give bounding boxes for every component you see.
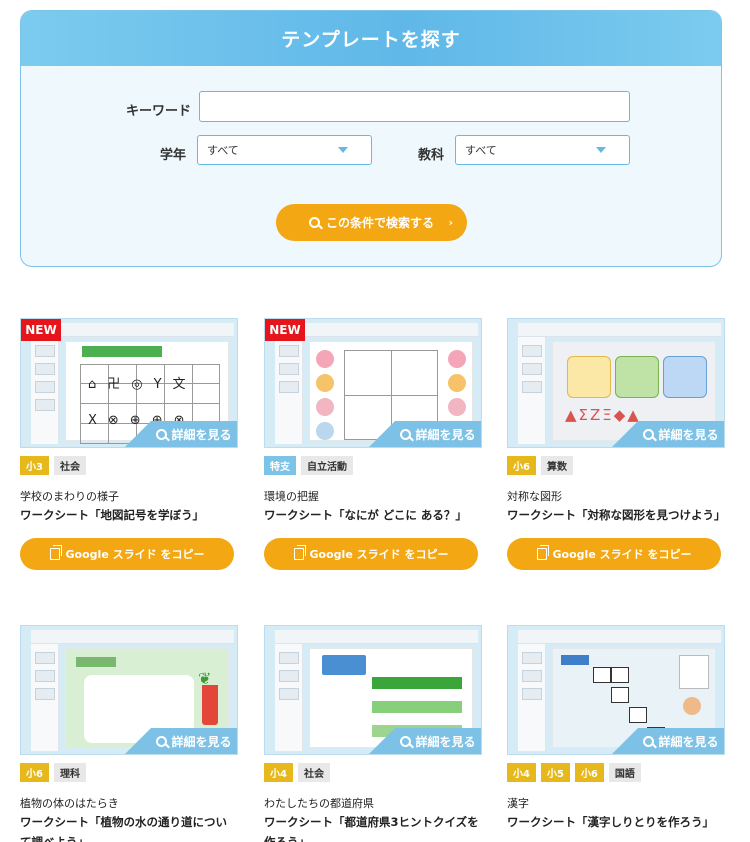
grade-tag: 小5 [540, 763, 570, 782]
search-icon [156, 735, 168, 747]
grade-tag: 小4 [507, 763, 536, 782]
search-icon [400, 735, 412, 747]
chevron-down-icon [596, 147, 606, 153]
search-icon [643, 428, 655, 440]
new-badge: NEW [265, 319, 305, 341]
grade-tag: 小6 [20, 763, 49, 782]
grade-select[interactable]: すべて [197, 135, 372, 165]
card-thumbnail[interactable]: ▲ΣΖΞ◆▲ 詳細を見る [507, 318, 725, 448]
grade-tag: 特支 [264, 456, 296, 475]
subject-tag: 理科 [53, 763, 86, 782]
view-details-link[interactable]: 詳細を見る [369, 421, 481, 447]
copy-icon [293, 545, 306, 560]
card-thumbnail[interactable]: NEW 詳細を見る [264, 318, 482, 448]
search-icon [308, 217, 320, 228]
template-card: NEW 詳細を見る 特支 自立活動 環境の把握 ワークシート「なにが どこに あ… [264, 318, 482, 525]
template-card: ❦ 詳細を見る 小6 理科 植物の体のはたらき ワークシート「植物の水の通り道に… [20, 625, 238, 842]
chevron-right-icon: › [448, 216, 453, 229]
template-card: 詳細を見る 小4 小5 小6 国語 漢字 ワークシート「漢字しりとりを作ろう」 [507, 625, 725, 832]
card-title[interactable]: ワークシート「なにが どこに ある？」 [264, 505, 482, 525]
copy-slides-button[interactable]: Google スライド をコピー [20, 538, 234, 570]
template-card: ⌂卍◎Y文 X⊗⊕⊕⊗ NEW 詳細を見る 小3 社会 学校のまわりの様子 ワー… [20, 318, 238, 525]
card-thumbnail[interactable]: ❦ 詳細を見る [20, 625, 238, 755]
card-tags: 小3 社会 [20, 456, 238, 475]
card-thumbnail[interactable]: 詳細を見る [507, 625, 725, 755]
card-unit: わたしたちの都道府県 [264, 797, 374, 810]
subject-tag: 社会 [53, 456, 86, 475]
card-tags: 小4 社会 [264, 763, 482, 782]
card-thumbnail[interactable]: ⌂卍◎Y文 X⊗⊕⊕⊗ NEW 詳細を見る [20, 318, 238, 448]
search-panel-title: テンプレートを探す [21, 11, 721, 66]
card-title[interactable]: ワークシート「対称な図形を見つけよう」 [507, 505, 726, 525]
subject-tag: 自立活動 [301, 456, 353, 475]
view-details-link[interactable]: 詳細を見る [125, 421, 237, 447]
grade-label: 学年 [160, 148, 187, 163]
search-button-label: この条件で検索する [325, 216, 434, 230]
card-tags: 小4 小5 小6 国語 [507, 763, 725, 782]
template-card: 詳細を見る 小4 社会 わたしたちの都道府県 ワークシート「都道府県3ヒントクイ… [264, 625, 482, 842]
card-unit: 対称な図形 [507, 490, 562, 503]
view-details-link[interactable]: 詳細を見る [612, 728, 724, 754]
view-details-link[interactable]: 詳細を見る [369, 728, 481, 754]
card-unit: 学校のまわりの様子 [20, 490, 119, 503]
subject-tag: 社会 [297, 763, 330, 782]
keyword-label: キーワード [126, 104, 192, 119]
template-card: ▲ΣΖΞ◆▲ 詳細を見る 小6 算数 対称な図形 ワークシート「対称な図形を見つ… [507, 318, 726, 525]
copy-icon [536, 545, 549, 560]
copy-slides-button[interactable]: Google スライド をコピー [507, 538, 721, 570]
card-tags: 小6 理科 [20, 763, 238, 782]
search-icon [643, 735, 655, 747]
chevron-down-icon [338, 147, 348, 153]
keyword-input[interactable] [199, 91, 630, 122]
card-title[interactable]: ワークシート「都道府県3ヒントクイズを作ろう」 [264, 812, 482, 842]
card-unit: 漢字 [507, 797, 529, 810]
view-details-link[interactable]: 詳細を見る [612, 421, 724, 447]
card-tags: 特支 自立活動 [264, 456, 482, 475]
grade-tag: 小4 [264, 763, 293, 782]
subject-label: 教科 [418, 148, 445, 163]
copy-icon [49, 545, 62, 560]
subject-tag: 算数 [540, 456, 573, 475]
card-tags: 小6 算数 [507, 456, 725, 475]
subject-select[interactable]: すべて [455, 135, 630, 165]
grade-tag: 小3 [20, 456, 49, 475]
grade-tag: 小6 [574, 763, 604, 782]
grade-select-value: すべて [207, 144, 239, 157]
card-thumbnail[interactable]: 詳細を見る [264, 625, 482, 755]
search-button[interactable]: この条件で検索する › [276, 204, 467, 241]
view-details-link[interactable]: 詳細を見る [125, 728, 237, 754]
search-icon [156, 428, 168, 440]
new-badge: NEW [21, 319, 61, 341]
grade-tag: 小6 [507, 456, 536, 475]
subject-tag: 国語 [608, 763, 641, 782]
card-title[interactable]: ワークシート「植物の水の通り道について調べよう」 [20, 812, 238, 842]
card-unit: 植物の体のはたらき [20, 797, 119, 810]
card-title[interactable]: ワークシート「地図記号を学ぼう」 [20, 505, 238, 525]
subject-select-value: すべて [465, 144, 497, 157]
copy-slides-button[interactable]: Google スライド をコピー [264, 538, 478, 570]
card-title[interactable]: ワークシート「漢字しりとりを作ろう」 [507, 812, 725, 832]
search-icon [400, 428, 412, 440]
card-unit: 環境の把握 [264, 490, 319, 503]
template-search-panel: テンプレートを探す キーワード 学年 すべて 教科 すべて この条件で検索する … [20, 10, 722, 267]
